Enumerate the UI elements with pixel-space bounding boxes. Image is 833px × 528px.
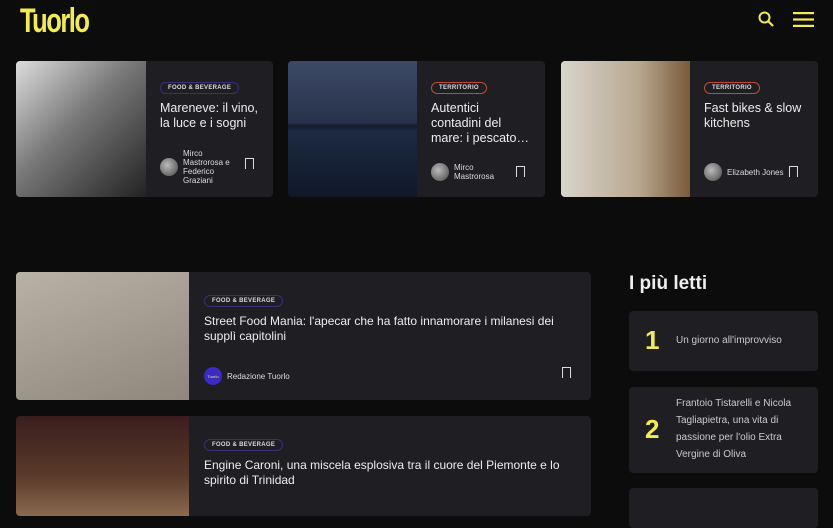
avatar: Tuorlo [204, 367, 222, 385]
bookmark-icon[interactable] [789, 166, 798, 178]
most-read-item[interactable]: 1 Un giorno all'improvviso [629, 311, 818, 371]
logo[interactable]: Tuorlo [20, 2, 90, 41]
article-image [16, 416, 189, 516]
category-tag[interactable]: FOOD & BEVERAGE [204, 439, 284, 451]
search-icon[interactable] [758, 11, 774, 27]
category-tag[interactable]: TERRITORIO [704, 82, 760, 94]
avatar [160, 158, 178, 176]
author-name[interactable]: Elizabeth Jones [727, 168, 783, 177]
category-tag[interactable]: FOOD & BEVERAGE [204, 295, 284, 307]
rank-number: 2 [645, 414, 660, 444]
article-image [16, 272, 189, 400]
avatar [431, 163, 449, 181]
article-title[interactable]: Engine Caroni, una miscela esplosiva tra… [204, 458, 576, 488]
author-name[interactable]: Mirco Mastrorosa [454, 163, 511, 181]
article-title[interactable]: Street Food Mania: l'apecar che ha fatto… [204, 314, 576, 344]
author-name[interactable]: Mirco Mastrorosa e Federico Graziani [183, 149, 240, 185]
bookmark-icon[interactable] [245, 158, 254, 170]
article-title[interactable]: Autentici contadini del mare: i pescato… [431, 101, 531, 146]
bookmark-icon[interactable] [516, 166, 525, 178]
category-tag[interactable]: FOOD & BEVERAGE [160, 82, 240, 94]
article-card[interactable]: FOOD & BEVERAGE Street Food Mania: l'ape… [16, 272, 591, 400]
article-title[interactable]: Fast bikes & slow kitchens [704, 101, 804, 131]
article-title[interactable]: Mareneve: il vino, la luce e i sogni [160, 101, 259, 131]
most-read-title[interactable]: Un giorno all'improvviso [676, 332, 810, 349]
article-card[interactable]: FOOD & BEVERAGE Mareneve: il vino, la lu… [16, 61, 273, 197]
article-card[interactable]: TERRITORIO Fast bikes & slow kitchens El… [561, 61, 818, 197]
rank-number: 1 [645, 325, 660, 355]
bookmark-icon[interactable] [562, 367, 571, 379]
article-card[interactable]: TERRITORIO Autentici contadini del mare:… [288, 61, 545, 197]
article-card[interactable]: FOOD & BEVERAGE Engine Caroni, una misce… [16, 416, 591, 516]
sidebar-title: I più letti [629, 273, 708, 294]
most-read-title[interactable]: Frantoio Tistarelli e Nicola Tagliapietr… [676, 395, 810, 463]
category-tag[interactable]: TERRITORIO [431, 82, 487, 94]
most-read-item[interactable]: 2 Frantoio Tistarelli e Nicola Tagliapie… [629, 387, 818, 473]
avatar [704, 163, 722, 181]
most-read-item[interactable] [629, 488, 818, 528]
article-image [16, 61, 146, 197]
author-name[interactable]: Redazione Tuorlo [227, 372, 290, 381]
menu-icon[interactable] [793, 12, 814, 27]
article-image [288, 61, 417, 197]
article-image [561, 61, 690, 197]
